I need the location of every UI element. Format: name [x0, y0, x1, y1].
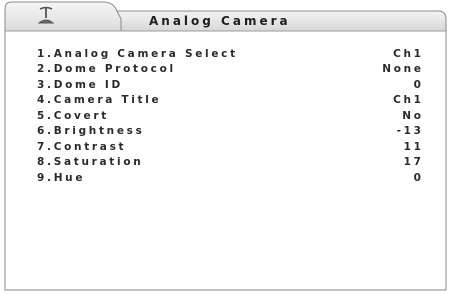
menu-item-label: 9.Hue — [37, 171, 86, 184]
menu-item-value[interactable]: No — [402, 110, 423, 122]
menu-item-hue[interactable]: 9.Hue 0 — [37, 170, 421, 186]
menu-item-value[interactable]: 11 — [404, 141, 424, 153]
menu-item-label: 7.Contrast — [37, 140, 127, 153]
window-title: Analog Camera — [149, 14, 291, 28]
menu-item-label: 6.Brightness — [37, 125, 145, 138]
menu-item-label: 3.Dome ID — [37, 78, 123, 91]
menu-item-saturation[interactable]: 8.Saturation 17 — [37, 155, 421, 171]
menu-item-value[interactable]: Ch1 — [393, 48, 424, 60]
menu-item-value[interactable]: Ch1 — [393, 94, 424, 106]
menu-item-label: 1.Analog Camera Select — [37, 47, 238, 60]
menu-item-label: 2.Dome Protocol — [37, 63, 176, 76]
menu-item-analog-camera-select[interactable]: 1.Analog Camera Select Ch1 — [37, 46, 421, 62]
menu-item-dome-protocol[interactable]: 2.Dome Protocol None — [37, 62, 421, 78]
menu-item-label: 8.Saturation — [37, 156, 144, 169]
menu-item-brightness[interactable]: 6.Brightness -13 — [37, 124, 421, 140]
analog-camera-window: Analog Camera 1.Analog Camera Select Ch1… — [4, 1, 447, 291]
camera-settings-menu: 1.Analog Camera Select Ch1 2.Dome Protoc… — [37, 46, 421, 186]
menu-item-value[interactable]: 17 — [404, 156, 424, 168]
menu-item-value[interactable]: -13 — [397, 125, 424, 137]
menu-item-label: 4.Camera Title — [37, 94, 162, 107]
antenna-icon — [37, 6, 55, 24]
menu-item-value[interactable]: 0 — [414, 79, 424, 91]
menu-item-camera-title[interactable]: 4.Camera Title Ch1 — [37, 93, 421, 109]
menu-item-value[interactable]: 0 — [414, 172, 424, 184]
menu-item-covert[interactable]: 5.Covert No — [37, 108, 421, 124]
menu-item-label: 5.Covert — [37, 109, 109, 122]
menu-item-value[interactable]: None — [382, 63, 423, 75]
menu-item-contrast[interactable]: 7.Contrast 11 — [37, 139, 421, 155]
menu-item-dome-id[interactable]: 3.Dome ID 0 — [37, 77, 421, 93]
